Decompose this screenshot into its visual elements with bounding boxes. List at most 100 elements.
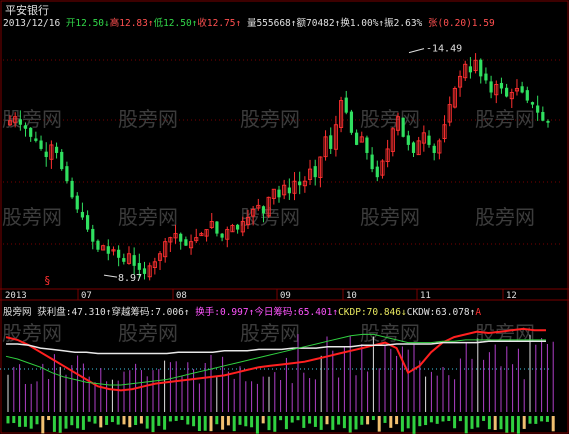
candle-body [65, 166, 69, 182]
candle-body [505, 87, 509, 97]
candle-body [215, 221, 219, 234]
volume-bar [192, 416, 196, 427]
x-tick-label: 09 [280, 291, 291, 301]
volume-bar [215, 416, 219, 425]
watermark: 股旁网 [240, 321, 300, 345]
volume-bar [134, 416, 138, 426]
candle-body [34, 138, 38, 141]
volume-bar [81, 416, 85, 430]
watermark: 股旁网 [2, 205, 62, 229]
volume-bar [267, 416, 271, 431]
candle-body [406, 135, 410, 145]
candle-body [427, 135, 431, 145]
candle-body [520, 86, 524, 93]
x-tick-label: 11 [420, 291, 431, 301]
watermark: 股旁网 [240, 107, 300, 131]
indicator-field: 换手:0.997↑ [189, 307, 255, 318]
volume-bar [453, 416, 457, 429]
volume-bar [41, 416, 45, 434]
candle-body [432, 145, 436, 153]
volume-bar [23, 416, 27, 427]
candle-body [484, 73, 488, 81]
candle-body [132, 255, 136, 266]
x-tick-label: 12 [506, 291, 517, 301]
header-field: 换1.00%↑ [340, 18, 385, 29]
watermark: 股旁网 [360, 205, 420, 229]
watermark: 股旁网 [360, 107, 420, 131]
candle-body [541, 111, 545, 121]
candle-body [220, 233, 224, 238]
candle-body [329, 135, 333, 149]
candle-body [536, 105, 540, 113]
volume-bar [458, 416, 462, 422]
watermark: 股旁网 [2, 321, 62, 345]
volume-bar [395, 416, 399, 425]
volume-bar [35, 416, 39, 425]
candle-body [137, 263, 141, 270]
volume-bar [18, 416, 22, 427]
candle-body [370, 154, 374, 170]
candle-body [18, 119, 22, 125]
volume-bar [93, 416, 97, 424]
volume-bar [12, 416, 16, 424]
volume-bar [313, 416, 317, 427]
volume-bar [476, 416, 480, 428]
candle-body [179, 233, 183, 242]
candle-body [44, 151, 48, 157]
header-field: 张(0.20)1.59 [422, 18, 495, 29]
candle-body [29, 127, 33, 137]
volume-bar [545, 416, 549, 422]
volume-bar [273, 416, 277, 432]
candle-body [313, 166, 317, 178]
volume-bar [157, 416, 161, 426]
volume-bar [197, 416, 201, 432]
candle-body [54, 146, 59, 153]
candle-body [499, 82, 504, 89]
watermark: 股旁网 [475, 205, 535, 229]
candle-body [106, 246, 110, 254]
volume-bar [389, 416, 393, 428]
volume-bar [180, 416, 184, 421]
volume-bar [58, 416, 62, 433]
volume-bar [279, 416, 283, 421]
volume-bar [47, 416, 51, 421]
header-field: 2013/12/16 [3, 18, 61, 29]
x-tick-label: 2013 [5, 291, 27, 301]
x-tick-label: 07 [81, 291, 92, 301]
candle-body [411, 142, 416, 153]
header-field: 开12.50↓ [60, 18, 110, 29]
watermark: 股旁网 [2, 107, 62, 131]
candle-body [91, 228, 95, 242]
watermark: 股旁网 [118, 205, 178, 229]
volume-bar [505, 416, 509, 433]
candle-body [122, 258, 126, 262]
volume-bar [534, 416, 538, 424]
volume-bar [418, 416, 422, 427]
candle-body [96, 240, 100, 250]
volume-bar [70, 416, 74, 426]
volume-bar [174, 416, 178, 421]
volume-bar [348, 416, 352, 433]
indicator-field: A [475, 307, 482, 318]
volume-bar [487, 416, 491, 430]
volume-bar [464, 416, 468, 434]
candle-body [184, 239, 188, 246]
volume-bar [284, 416, 288, 430]
volume-bar [145, 416, 149, 429]
volume-bar [522, 416, 526, 429]
volume-bar [516, 416, 520, 434]
volume-bar [551, 416, 555, 432]
candle-body [401, 117, 405, 137]
volume-bar [482, 416, 486, 421]
volume-bar [244, 416, 248, 427]
volume-bar [470, 416, 474, 429]
indicator-field: 获利盘:47.310↑ [31, 307, 112, 318]
candle-body [85, 215, 90, 230]
stock-chart: 股旁网 股旁网 股旁网 股旁网 股旁网 股旁网 股旁网 股旁网 股旁网 股旁网 股旁网 股旁网 股旁网股… [0, 0, 569, 434]
volume-bar [406, 416, 410, 429]
header-field: 振2.63% [384, 18, 423, 29]
volume-bar [424, 416, 428, 426]
volume-bar [128, 416, 132, 428]
candle-body [236, 224, 240, 230]
volume-bar [429, 416, 433, 423]
